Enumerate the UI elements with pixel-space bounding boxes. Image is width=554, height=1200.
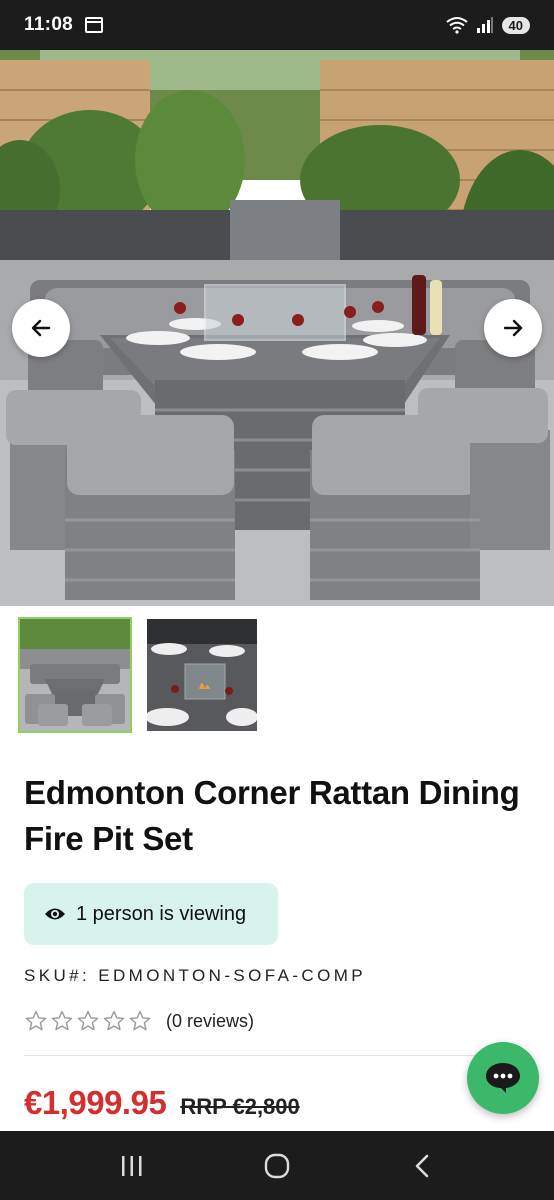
divider [24, 1055, 530, 1056]
product-title: Edmonton Corner Rattan Dining Fire Pit S… [24, 774, 520, 857]
product-main-image[interactable] [0, 50, 554, 606]
patio-scene-image [0, 50, 554, 606]
star-empty-icon [103, 1010, 125, 1031]
next-image-button[interactable] [484, 299, 542, 357]
star-empty-icon [25, 1010, 47, 1031]
back-icon [415, 1154, 428, 1177]
home-button[interactable] [247, 1141, 307, 1191]
recents-button[interactable] [102, 1141, 162, 1191]
wifi-icon [445, 17, 468, 34]
eye-icon [45, 908, 65, 920]
arrow-left-icon [31, 319, 51, 337]
status-time: 11:08 [24, 14, 74, 35]
chat-button[interactable] [467, 1042, 539, 1114]
status-bar: 11:08 40 [0, 0, 554, 50]
thumb-fire-pit-closeup[interactable] [145, 617, 259, 733]
sku-value: EDMONTON-SOFA-COMP [98, 966, 366, 985]
thumb-full-set-image [20, 619, 130, 731]
star-empty-icon [77, 1010, 99, 1031]
thumbnail-strip [18, 617, 259, 733]
home-icon [264, 1153, 290, 1178]
previous-image-button[interactable] [12, 299, 70, 357]
sale-price: €1,999.95 [24, 1084, 167, 1121]
viewing-text: 1 person is viewing [76, 902, 247, 925]
price-row: €1,999.95 RRP €2,800 [24, 1084, 300, 1122]
thumb-full-set[interactable] [18, 617, 132, 733]
thumb-fire-pit-image [147, 619, 257, 731]
status-icons: 40 [445, 16, 530, 34]
back-button[interactable] [392, 1141, 452, 1191]
viewing-badge: 1 person is viewing [24, 883, 278, 945]
chat-bubble-icon [486, 1063, 520, 1093]
rating[interactable]: (0 reviews) [24, 1009, 254, 1033]
battery-icon: 40 [501, 16, 530, 34]
reviews-count[interactable]: (0 reviews) [166, 1011, 254, 1032]
calendar-icon [85, 17, 104, 33]
system-navigation-bar [0, 1131, 554, 1200]
star-empty-icon [129, 1010, 151, 1031]
sku-label: SKU#: [24, 966, 91, 985]
sku: SKU#: EDMONTON-SOFA-COMP [24, 966, 366, 986]
star-empty-icon [51, 1010, 73, 1031]
arrow-right-icon [503, 319, 523, 337]
signal-icon [476, 17, 493, 33]
recents-icon [122, 1155, 142, 1176]
rrp-price: RRP €2,800 [180, 1094, 300, 1119]
